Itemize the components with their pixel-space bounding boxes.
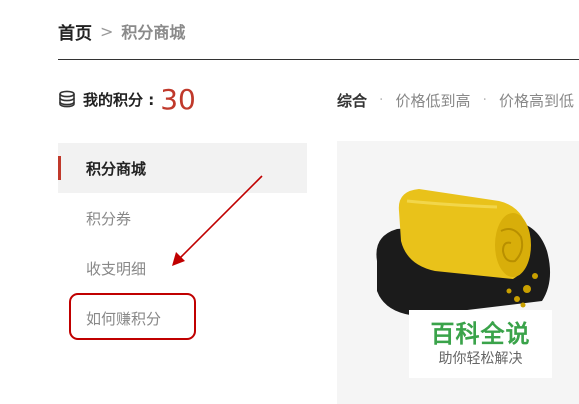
- sidebar-item-label: 收支明细: [86, 259, 147, 278]
- breadcrumb-separator-icon: >: [100, 21, 114, 41]
- sidebar-item-coupons[interactable]: 积分券: [58, 193, 307, 243]
- coin-stack-icon: [59, 90, 75, 108]
- watermark-subtitle: 助你轻松解决: [438, 351, 523, 367]
- watermark-title: 百科全说: [430, 320, 531, 348]
- sort-separator: ·: [482, 92, 487, 108]
- sort-bar: 综合 · 价格低到高 · 价格高到低: [337, 88, 574, 112]
- sort-option-price-asc[interactable]: 价格低到高: [395, 90, 470, 111]
- breadcrumb-home-link[interactable]: 首页: [58, 19, 92, 44]
- sort-separator: ·: [379, 92, 384, 108]
- points-value: 30: [160, 82, 196, 116]
- sort-option-price-desc[interactable]: 价格高到低: [499, 90, 574, 111]
- sidebar-item-label: 积分商城: [86, 159, 147, 178]
- sidebar-item-label: 积分券: [86, 209, 132, 228]
- annotation-highlight-box: [69, 293, 196, 340]
- sidebar-item-points-mall[interactable]: 积分商城: [58, 143, 307, 193]
- breadcrumb-current: 积分商城: [121, 23, 186, 42]
- sidebar-item-transactions[interactable]: 收支明细: [58, 243, 307, 293]
- sort-option-overall[interactable]: 综合: [337, 90, 367, 111]
- watermark-logo: 百科全说 助你轻松解决: [409, 310, 552, 378]
- my-points: 我的积分 : 30: [58, 82, 196, 116]
- header-divider: [58, 59, 579, 60]
- breadcrumb: 首页 > 积分商城: [58, 19, 186, 44]
- points-label: 我的积分 :: [83, 90, 155, 109]
